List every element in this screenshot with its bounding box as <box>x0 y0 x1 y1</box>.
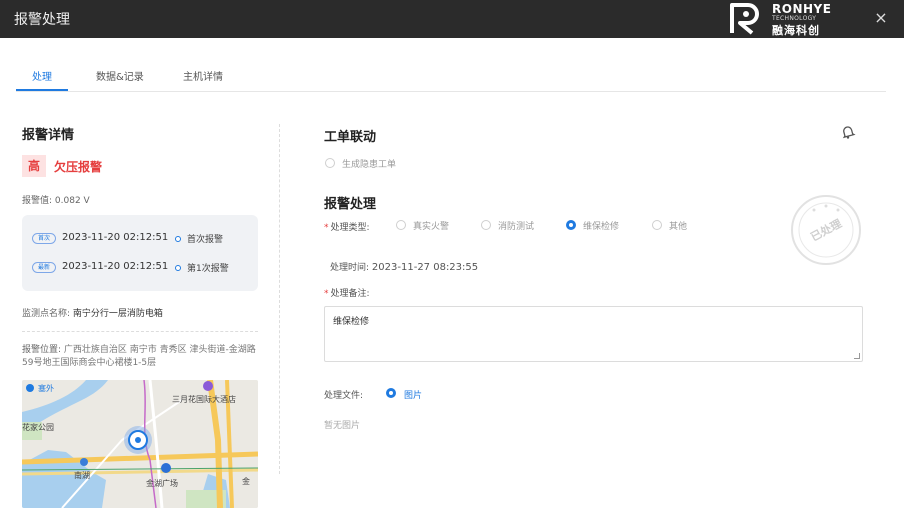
timeline-dot <box>175 265 181 271</box>
alarm-level-badge: 高 <box>22 155 46 177</box>
handling-remark-label: * 处理备注: <box>324 289 370 299</box>
file-radio-image[interactable] <box>386 388 396 398</box>
type-label-other: 其他 <box>669 222 688 232</box>
tab-handle[interactable]: 处理 <box>32 68 52 83</box>
no-image-text: 暂无图片 <box>324 421 361 431</box>
map-label: 南湖 <box>74 471 90 480</box>
processed-stamp: 已处理 <box>790 194 862 266</box>
handling-remark-textarea[interactable]: 维保检修 <box>324 306 863 362</box>
generate-hazard-order-label: 生成隐患工单 <box>342 160 397 170</box>
logo-text-sub: TECHNOLOGY <box>772 15 817 22</box>
alarm-location: 报警位置: 广西壮族自治区 南宁市 青秀区 津头街道-金湖路59号地王国际商会中… <box>22 344 258 370</box>
alarm-detail-title: 报警详情 <box>22 128 75 143</box>
bell-icon[interactable] <box>840 124 856 140</box>
timeline-dot <box>175 236 181 242</box>
monitor-point: 监测点名称: 南宁分行一层消防电箱 <box>22 306 163 319</box>
timeline-tag: 首次 <box>32 233 56 244</box>
map-label: 金湖广场 <box>146 479 178 488</box>
alarm-handling-title: 报警处理 <box>324 197 377 212</box>
tab-data-records[interactable]: 数据&记录 <box>96 68 144 83</box>
handling-file-label: 处理文件: <box>324 391 364 401</box>
ronhye-logo-icon <box>730 3 759 35</box>
handling-remark-label-text: 处理备注: <box>330 289 370 299</box>
handling-type-label: * 处理类型: <box>324 223 370 233</box>
handling-time: 处理时间: 2023-11-27 08:23:55 <box>330 260 478 273</box>
type-radio-other[interactable] <box>652 220 662 230</box>
type-label-real-fire: 真实火警 <box>413 222 450 232</box>
logo-text-cn: 融海科创 <box>772 24 820 37</box>
title-bar: 报警处理 RONHYE TECHNOLOGY 融海科创 × <box>0 0 904 38</box>
file-option-image[interactable]: 图片 <box>404 388 422 401</box>
alarm-location-label: 报警位置: <box>22 345 62 355</box>
map-label: 金 <box>242 477 250 486</box>
timeline-time: 2023-11-20 02:12:51 <box>62 232 169 243</box>
tab-host-details[interactable]: 主机详情 <box>183 68 223 83</box>
alarm-detail-panel: 报警详情 高 欠压报警 报警值: 0.082 V 首次 2023-11-20 0… <box>22 124 262 368</box>
timeline-label: 首次报警 <box>187 235 224 245</box>
handling-type-label-text: 处理类型: <box>330 223 370 233</box>
alarm-value-label: 报警值: <box>22 196 53 206</box>
type-label-maintenance: 维保检修 <box>583 222 620 232</box>
handling-time-label: 处理时间: <box>330 263 370 273</box>
map-label: 花家公园 <box>22 423 54 432</box>
logo-text-en: RONHYE <box>772 2 832 16</box>
generate-hazard-order-radio[interactable] <box>325 158 335 168</box>
alarm-type: 欠压报警 <box>54 160 103 174</box>
alarm-timeline: 首次 2023-11-20 02:12:51 首次报警 最新 2023-11-2… <box>22 215 258 291</box>
monitor-point-label: 监测点名称: <box>22 309 71 319</box>
map-label: 三月花国际大酒店 <box>172 395 236 404</box>
resize-handle-icon[interactable] <box>854 353 860 359</box>
timeline-tag: 最新 <box>32 262 56 273</box>
handling-time-value: 2023-11-27 08:23:55 <box>371 262 479 273</box>
close-icon[interactable]: × <box>873 10 889 26</box>
timeline-time: 2023-11-20 02:12:51 <box>62 261 169 272</box>
panel-divider <box>279 124 280 474</box>
company-logo: RONHYE TECHNOLOGY 融海科创 <box>726 1 838 37</box>
handling-remark-text: 维保检修 <box>333 317 370 327</box>
work-order-title: 工单联动 <box>324 130 377 145</box>
window-title: 报警处理 <box>14 12 70 28</box>
active-tab-indicator <box>16 89 68 91</box>
alarm-value: 报警值: 0.082 V <box>22 193 90 206</box>
location-map[interactable]: 塞外 三月花国际大酒店 花家公园 南湖 金湖广场 金 <box>22 380 258 508</box>
type-label-fire-test: 消防测试 <box>498 222 535 232</box>
monitor-point-value: 南宁分行一层消防电箱 <box>72 309 163 319</box>
alarm-value-text: 0.082 V <box>54 196 90 206</box>
type-radio-fire-test[interactable] <box>481 220 491 230</box>
tab-bar: 处理 数据&记录 主机详情 <box>16 62 886 92</box>
type-radio-maintenance[interactable] <box>566 220 576 230</box>
section-divider <box>22 331 258 332</box>
type-radio-real-fire[interactable] <box>396 220 406 230</box>
timeline-label: 第1次报警 <box>187 264 229 274</box>
map-label: 塞外 <box>38 384 54 393</box>
